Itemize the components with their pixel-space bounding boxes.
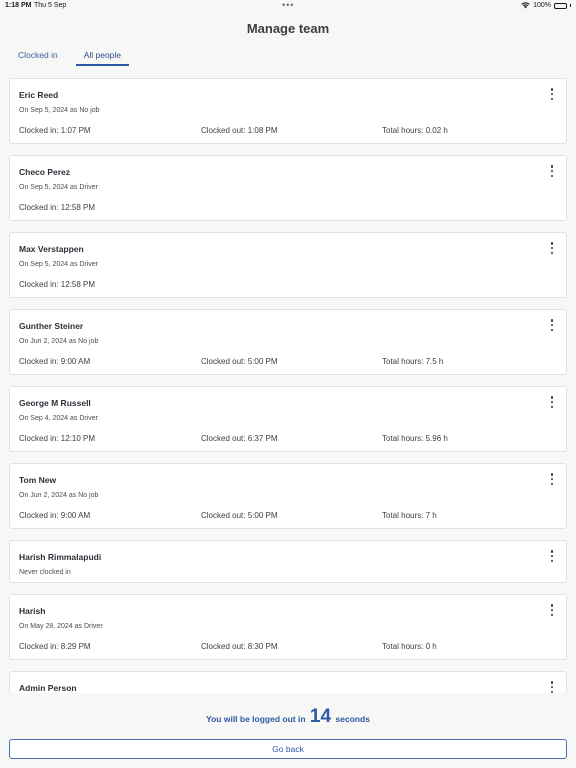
- person-shift-info: On May 28, 2024 as Driver: [19, 623, 103, 630]
- battery-percent: 100%: [533, 2, 551, 9]
- more-options-icon[interactable]: [546, 472, 558, 486]
- more-options-icon[interactable]: [546, 603, 558, 617]
- person-card[interactable]: Harish On May 28, 2024 as Driver Clocked…: [9, 594, 567, 660]
- logout-countdown-number: 14: [309, 706, 332, 727]
- tab-all-people[interactable]: All people: [75, 49, 130, 66]
- total-hours: Total hours: 0 h: [382, 642, 437, 651]
- person-name: Admin Person: [19, 683, 77, 693]
- person-name: Harish: [19, 606, 46, 616]
- tab-bar: Clocked in All people: [10, 49, 139, 66]
- total-hours: Total hours: 0.02 h: [382, 126, 448, 135]
- multitasking-dots-icon[interactable]: •••: [282, 0, 294, 10]
- person-name: Checo Perez: [19, 167, 71, 177]
- clocked-in-time: Clocked in: 12:58 PM: [19, 203, 96, 212]
- person-card[interactable]: George M Russell On Sep 4, 2024 as Drive…: [9, 386, 567, 452]
- person-name: George M Russell: [19, 398, 91, 408]
- person-card[interactable]: Checo Perez On Sep 5, 2024 as Driver Clo…: [9, 155, 567, 221]
- wifi-icon: [521, 2, 530, 9]
- status-bar: 1:18 PM Thu 5 Sep ••• 100%: [0, 0, 576, 12]
- more-options-icon[interactable]: [546, 164, 558, 178]
- clocked-out-time: Clocked out: 5:00 PM: [201, 511, 278, 520]
- total-hours: Total hours: 7.5 h: [382, 357, 444, 366]
- tab-clocked-in[interactable]: Clocked in: [10, 49, 66, 66]
- person-shift-info: On Jun 2, 2024 as No job: [19, 492, 99, 499]
- more-options-icon[interactable]: [546, 318, 558, 332]
- battery-tip: [570, 4, 571, 7]
- person-name: Eric Reed: [19, 90, 59, 100]
- logout-countdown-message: You will be logged out in 14 seconds: [0, 706, 576, 728]
- logout-suffix: seconds: [335, 714, 370, 724]
- person-card[interactable]: Eric Reed On Sep 5, 2024 as No job Clock…: [9, 78, 567, 144]
- more-options-icon[interactable]: [546, 395, 558, 409]
- more-options-icon[interactable]: [546, 680, 558, 693]
- person-card[interactable]: Max Verstappen On Sep 5, 2024 as Driver …: [9, 232, 567, 298]
- more-options-icon[interactable]: [546, 241, 558, 255]
- clocked-out-time: Clocked out: 1:08 PM: [201, 126, 278, 135]
- total-hours: Total hours: 7 h: [382, 511, 437, 520]
- person-name: Tom New: [19, 475, 57, 485]
- person-shift-info: On Sep 5, 2024 as No job: [19, 107, 100, 114]
- person-card[interactable]: Gunther Steiner On Jun 2, 2024 as No job…: [9, 309, 567, 375]
- person-card[interactable]: Admin Person: [9, 671, 567, 693]
- clocked-in-time: Clocked in: 9:00 AM: [19, 357, 91, 366]
- person-name: Max Verstappen: [19, 244, 84, 254]
- clocked-out-time: Clocked out: 6:37 PM: [201, 434, 278, 443]
- person-shift-info: On Sep 5, 2024 as Driver: [19, 261, 98, 268]
- clocked-in-time: Clocked in: 9:00 AM: [19, 511, 91, 520]
- person-card[interactable]: Harish Rimmalapudi Never clocked in: [9, 540, 567, 583]
- battery-icon: [554, 2, 567, 9]
- more-options-icon[interactable]: [546, 549, 558, 563]
- total-hours: Total hours: 5.96 h: [382, 434, 448, 443]
- clocked-in-time: Clocked in: 8:29 PM: [19, 642, 91, 651]
- people-list[interactable]: Eric Reed On Sep 5, 2024 as No job Clock…: [9, 78, 567, 693]
- person-name: Harish Rimmalapudi: [19, 552, 102, 562]
- person-shift-info: On Sep 5, 2024 as Driver: [19, 184, 98, 191]
- person-shift-info: Never clocked in: [19, 569, 71, 576]
- page-title: Manage team: [246, 21, 330, 36]
- status-date: Thu 5 Sep: [34, 2, 67, 9]
- logout-footer: You will be logged out in 14 seconds Go …: [0, 693, 576, 768]
- logout-prefix: You will be logged out in: [206, 714, 306, 724]
- clocked-in-time: Clocked in: 1:07 PM: [19, 126, 91, 135]
- person-shift-info: On Sep 4, 2024 as Driver: [19, 415, 98, 422]
- clocked-in-time: Clocked in: 12:10 PM: [19, 434, 96, 443]
- person-card[interactable]: Tom New On Jun 2, 2024 as No job Clocked…: [9, 463, 567, 529]
- clocked-out-time: Clocked out: 5:00 PM: [201, 357, 278, 366]
- clocked-out-time: Clocked out: 8:30 PM: [201, 642, 278, 651]
- go-back-button[interactable]: Go back: [9, 739, 567, 759]
- person-name: Gunther Steiner: [19, 321, 84, 331]
- more-options-icon[interactable]: [546, 87, 558, 101]
- status-right: 100%: [521, 2, 571, 9]
- person-shift-info: On Jun 2, 2024 as No job: [19, 338, 99, 345]
- clocked-in-time: Clocked in: 12:58 PM: [19, 280, 96, 289]
- status-time: 1:18 PM: [5, 2, 32, 9]
